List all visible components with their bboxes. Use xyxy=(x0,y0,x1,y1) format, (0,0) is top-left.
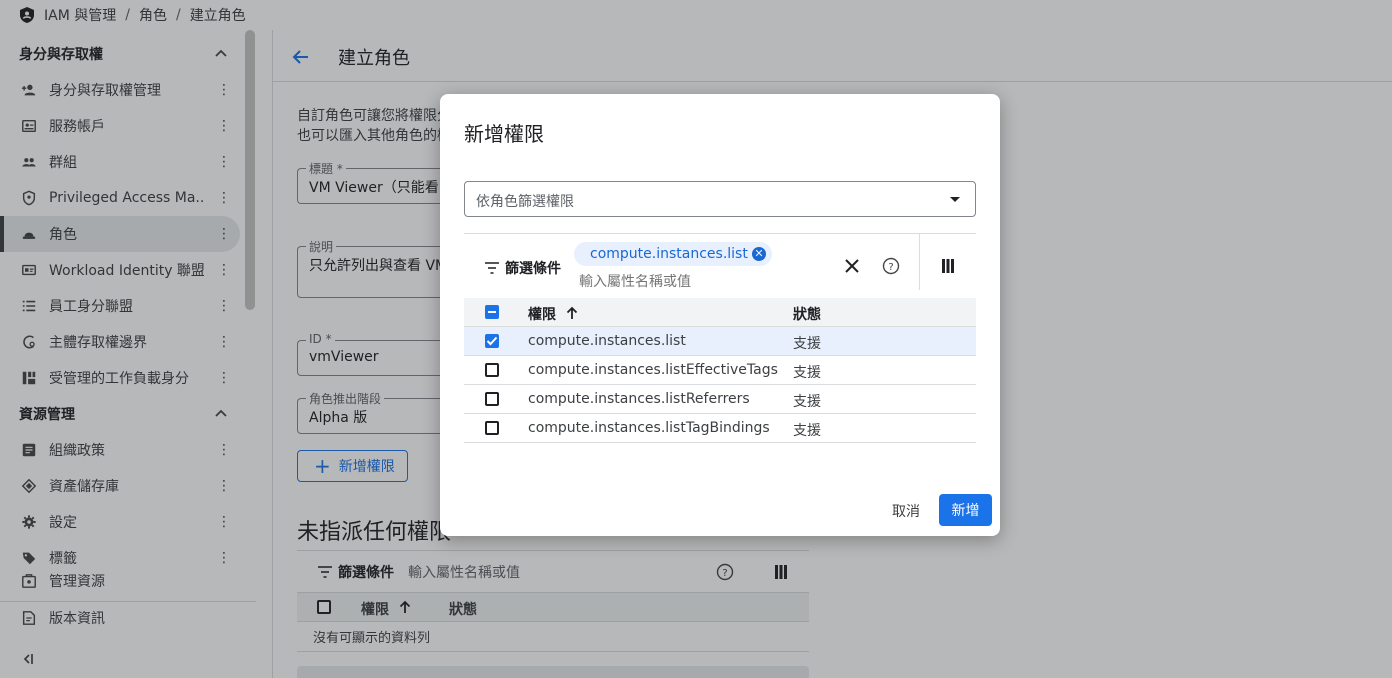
filter-bar-divider xyxy=(919,234,920,290)
dialog-filter-bar: 篩選條件 compute.instances.list ✕ ? xyxy=(464,233,976,298)
add-permissions-dialog: 新增權限 依角色篩選權限 篩選條件 compute.instances.list… xyxy=(440,94,1000,536)
status-cell: 支援 xyxy=(793,423,821,439)
arrow-up-icon xyxy=(566,306,578,319)
row-checkbox[interactable] xyxy=(485,392,499,406)
svg-text:?: ? xyxy=(888,262,893,273)
table-row[interactable]: compute.instances.listReferrers 支援 xyxy=(464,385,976,414)
permissions-table: 權限 狀態 compute.instances.list 支援 compute.… xyxy=(464,298,976,443)
column-header-permission[interactable]: 權限 xyxy=(528,304,556,324)
select-all-checkbox[interactable] xyxy=(485,305,499,319)
status-cell: 支援 xyxy=(793,365,821,381)
table-row[interactable]: compute.instances.listEffectiveTags 支援 xyxy=(464,356,976,385)
chip-remove-icon[interactable]: ✕ xyxy=(752,247,766,261)
table-header-row: 權限 狀態 xyxy=(464,298,976,327)
filter-label: 篩選條件 xyxy=(505,261,561,277)
permission-cell: compute.instances.listTagBindings xyxy=(528,420,770,436)
filter-by-role-select[interactable]: 依角色篩選權限 xyxy=(464,181,976,217)
filter-chip[interactable]: compute.instances.list ✕ xyxy=(574,242,772,266)
column-header-status[interactable]: 狀態 xyxy=(793,304,821,324)
cancel-button[interactable]: 取消 xyxy=(880,495,932,527)
permission-cell: compute.instances.listEffectiveTags xyxy=(528,362,778,378)
filter-input[interactable] xyxy=(579,274,819,290)
select-placeholder: 依角色篩選權限 xyxy=(476,194,574,210)
row-checkbox[interactable] xyxy=(485,421,499,435)
filter-list-icon xyxy=(485,262,499,274)
permission-cell: compute.instances.listReferrers xyxy=(528,391,750,407)
permission-cell: compute.instances.list xyxy=(528,333,686,349)
status-cell: 支援 xyxy=(793,394,821,410)
add-button[interactable]: 新增 xyxy=(939,494,992,526)
table-row[interactable]: compute.instances.list 支援 xyxy=(464,327,976,356)
status-cell: 支援 xyxy=(793,336,821,352)
dialog-title: 新增權限 xyxy=(464,122,544,146)
table-row[interactable]: compute.instances.listTagBindings 支援 xyxy=(464,414,976,443)
column-display-icon[interactable] xyxy=(942,259,954,273)
dropdown-arrow-icon xyxy=(950,197,960,202)
clear-filter-icon[interactable] xyxy=(842,256,862,276)
row-checkbox[interactable] xyxy=(485,334,499,348)
row-checkbox[interactable] xyxy=(485,363,499,377)
filter-chip-text: compute.instances.list xyxy=(590,246,748,262)
help-icon[interactable]: ? xyxy=(882,257,900,275)
